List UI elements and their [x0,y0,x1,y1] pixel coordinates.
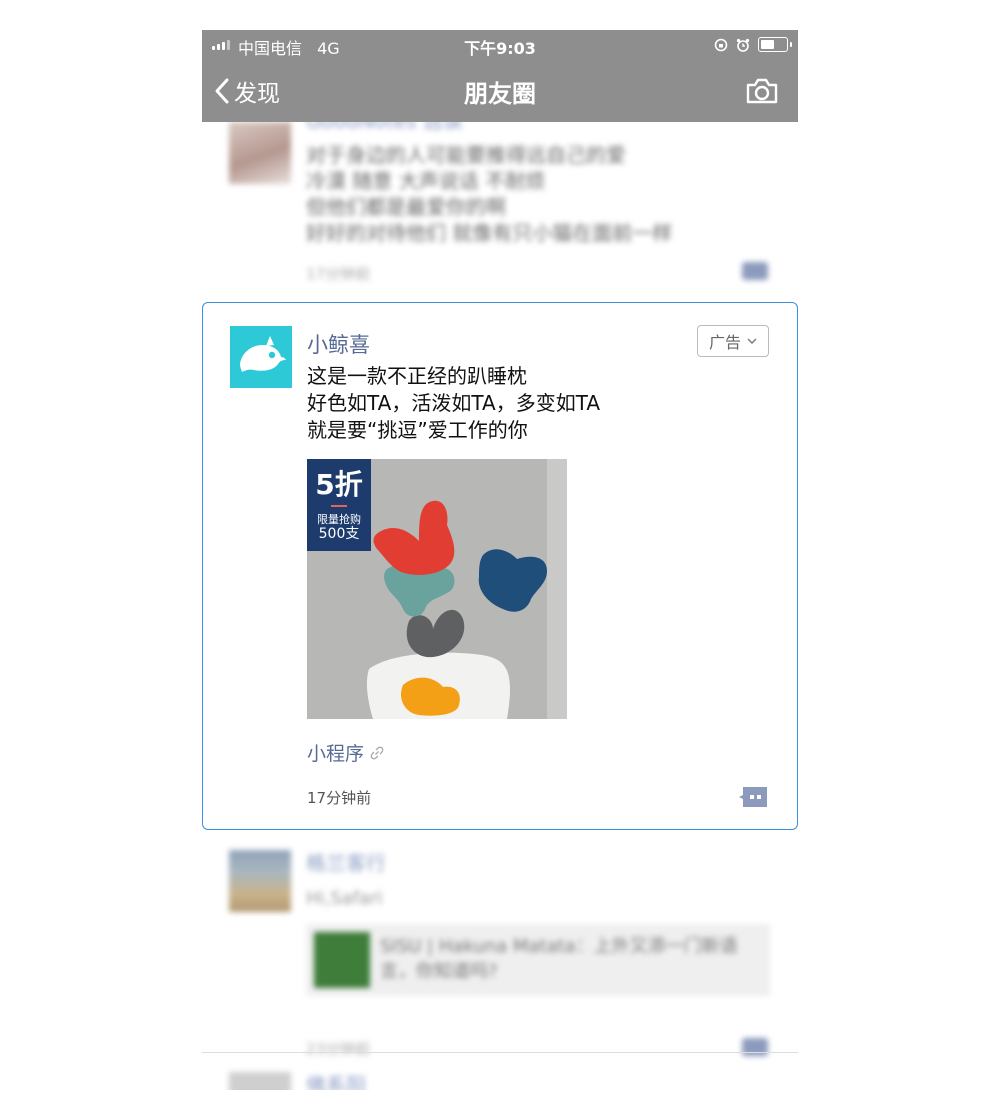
post-line: 冷漠 随意 大声说话 不耐烦 [306,169,546,193]
post-text: Hi,Safari [306,888,383,909]
avatar[interactable] [229,850,291,912]
discount-badge: 5折 限量抢购 500支 [307,459,371,551]
ad-caption-line: 就是要“挑逗”爱工作的你 [307,418,528,442]
battery-icon [758,37,792,52]
rotation-lock-icon [714,38,728,51]
discount-divider [331,505,347,507]
discount-count: 500支 [318,526,360,542]
shared-link-card[interactable]: SISU | Hakuna Matata：上外又添一门新语言，你知道吗? [306,924,770,996]
ad-post: 小鲸喜 广告 这是一款不正经的趴睡枕 好色如TA，活泼如TA，多变如TA 就是要… [202,302,798,830]
avatar[interactable] [229,1072,291,1090]
post-line: 对于身边的人可能要推得远自己的爱 [306,143,626,167]
moments-screen: 中国电信 4G 下午9:03 发现 朋友圈 GoodNotes 选读 对于身边的 [202,30,798,1090]
top-bar: 中国电信 4G 下午9:03 发现 朋友圈 [202,30,798,122]
avatar[interactable] [230,326,292,388]
ad-image[interactable]: 5折 限量抢购 500支 [307,459,567,719]
comment-icon [739,787,767,807]
feed-post-bottom: 格兰客行 Hi,Safari SISU | Hakuna Matata：上外又添… [202,844,798,1090]
comment-button[interactable] [739,787,767,811]
status-bar: 中国电信 4G 下午9:03 [202,30,798,60]
link-text: SISU | Hakuna Matata：上外又添一门新语言，你知道吗? [380,936,738,982]
ad-caption-line: 好色如TA，活泼如TA，多变如TA [307,391,601,415]
comment-icon[interactable] [742,1038,768,1056]
ad-caption-line: 这是一款不正经的趴睡枕 [307,364,527,388]
link-thumbnail [314,932,370,988]
whale-logo-icon [240,336,286,372]
camera-icon [746,78,778,104]
post-time: 23分钟前 [306,1040,371,1058]
camera-button[interactable] [746,78,778,108]
avatar[interactable] [229,122,291,184]
ad-tag-button[interactable]: 广告 [697,325,769,357]
feed-post-top: GoodNotes 选读 对于身边的人可能要推得远自己的爱 冷漠 随意 大声说话… [202,109,798,288]
alarm-icon [736,38,750,52]
comment-icon[interactable] [742,262,768,280]
ad-caption: 这是一款不正经的趴睡枕 好色如TA，活泼如TA，多变如TA 就是要“挑逗”爱工作… [307,363,600,444]
post-line: 但他们都是最爱你的啊 [306,195,506,219]
discount-value: 5折 [315,468,363,501]
discount-label: 限量抢购 [317,513,361,526]
poster-name[interactable]: 格兰客行 [306,850,386,876]
post-time: 17分钟前 [307,789,372,807]
poster-name[interactable]: 佛系阳 [306,1072,366,1090]
mini-program-label: 小程序 [307,743,365,765]
divider [202,1052,798,1053]
link-icon [370,746,384,759]
status-time: 下午9:03 [464,39,536,58]
post-line: 好好的对待他们 就像有只小猫在面前一样 [306,221,673,245]
advertiser-name[interactable]: 小鲸喜 [307,329,370,359]
ad-tag-label: 广告 [708,333,741,352]
feed-post-next: 佛系阳 [202,1068,798,1090]
mini-program-link[interactable]: 小程序 [307,739,384,766]
post-time: 17分钟前 [306,265,371,283]
chevron-down-icon [747,338,757,344]
page-title: 朋友圈 [464,80,536,108]
nav-bar: 发现 朋友圈 [202,60,798,122]
